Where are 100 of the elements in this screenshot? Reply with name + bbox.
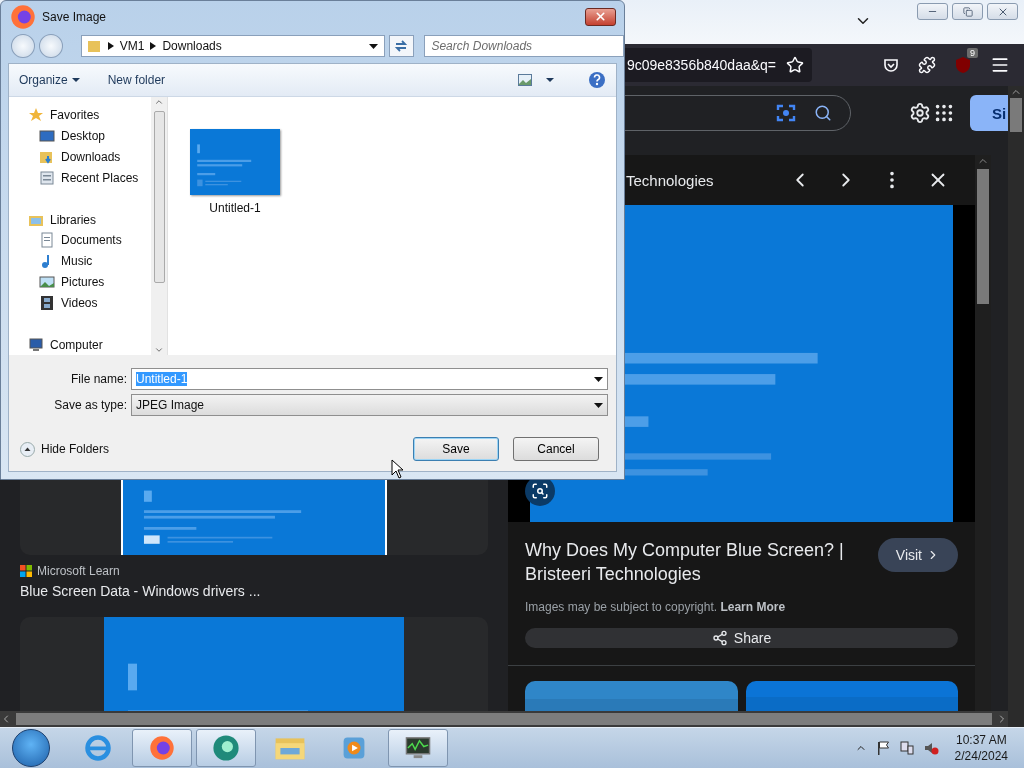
media-player-icon[interactable]	[341, 735, 367, 761]
visit-button[interactable]: Visit	[877, 538, 958, 572]
dialog-button[interactable]: Save	[413, 437, 499, 461]
close-icon	[594, 10, 607, 23]
mouse-cursor-icon	[391, 459, 404, 479]
search-field[interactable]: Search Downloads	[424, 35, 624, 57]
organize-menu-button[interactable]: Organize	[19, 73, 80, 87]
dropdown-arrow-icon	[594, 402, 603, 408]
back-button[interactable]	[11, 34, 35, 58]
scrollbar[interactable]	[975, 155, 991, 711]
refresh-button[interactable]	[388, 35, 415, 57]
learn-more-link[interactable]: Learn More	[720, 600, 786, 614]
share-button[interactable]: Share	[525, 628, 958, 649]
folder-icon	[85, 38, 102, 54]
nav-label: Desktop	[61, 129, 106, 144]
clock[interactable]: 10:37 AM 2/24/2024	[954, 732, 1008, 764]
nav-label: Recent Places	[61, 170, 139, 185]
firefox-icon[interactable]	[10, 3, 36, 30]
dialog-title: Save Image	[42, 9, 107, 24]
preview-title-link[interactable]: Why Does My Computer Blue Screen? | Bristeeri Technologies	[525, 538, 868, 586]
close-button[interactable]	[585, 7, 616, 26]
four-squares-logo-icon	[20, 565, 32, 577]
taskbar-app-button[interactable]	[132, 729, 192, 767]
camera-lens-icon[interactable]	[776, 103, 796, 123]
nav-item[interactable]: Pictures	[9, 271, 151, 293]
nav-item[interactable]: Recent Places	[9, 167, 151, 189]
refresh-arrows-icon	[394, 40, 409, 52]
start-button[interactable]	[12, 729, 50, 767]
lens-icon	[531, 482, 549, 500]
copyright-notice: Images may be subject to copyright. Learn More	[524, 599, 787, 614]
search-icon[interactable]	[814, 104, 832, 122]
nav-label: Libraries	[50, 212, 97, 227]
panel-title: Technologies	[626, 171, 714, 189]
film-icon	[39, 294, 55, 311]
result-title-link[interactable]: Blue Screen Data - Windows drivers ...	[20, 583, 488, 599]
scroll-thumb[interactable]	[977, 169, 989, 304]
nav-item[interactable]: Downloads	[9, 146, 151, 168]
star-icon[interactable]	[786, 56, 804, 74]
extension-badge: 9	[967, 48, 978, 58]
scroll-up-icon[interactable]	[154, 97, 164, 107]
downloads-folder-icon	[39, 149, 55, 165]
taskbar-app-button[interactable]	[388, 729, 448, 767]
nav-item[interactable]: Videos	[9, 292, 151, 314]
clock-time: 10:37 AM	[955, 732, 1007, 748]
firefox-icon[interactable]	[149, 735, 175, 761]
monitor-chart-icon[interactable]	[403, 735, 433, 761]
nav-item[interactable]: Music	[9, 250, 151, 272]
nav-label: Downloads	[61, 150, 121, 164]
nav-label: Favorites	[50, 108, 100, 123]
nav-item[interactable]: Favorites	[9, 105, 151, 126]
scroll-thumb[interactable]	[1010, 98, 1022, 132]
nav-item[interactable]: Computer	[9, 334, 151, 355]
recent-places-icon	[39, 169, 55, 186]
network-icon	[898, 740, 915, 756]
puzzle-icon[interactable]	[918, 56, 936, 74]
breadcrumb-item[interactable]: VM1	[119, 39, 145, 53]
settings-icon[interactable]	[909, 102, 931, 124]
address-bar[interactable]: VM1 Downloads	[80, 35, 385, 57]
restore-icon	[962, 6, 973, 17]
scroll-thumb[interactable]	[16, 713, 992, 725]
nav-label: Computer	[50, 337, 103, 352]
clock-date: 2/24/2024	[954, 748, 1008, 764]
browser-e-icon[interactable]	[83, 733, 113, 763]
horizontal-scrollbar[interactable]	[0, 711, 1008, 727]
scrollbar[interactable]	[1008, 86, 1024, 727]
dropdown-arrow-icon[interactable]	[368, 43, 378, 49]
close-button[interactable]	[987, 3, 1018, 20]
nav-item[interactable]: Documents	[9, 230, 151, 251]
breadcrumb-item[interactable]: Downloads	[162, 39, 222, 53]
dropdown-arrow-icon[interactable]	[546, 78, 554, 82]
sign-in-button[interactable]: Si	[970, 95, 1008, 131]
hide-folders-button[interactable]: Hide Folders	[20, 441, 110, 457]
file-name: Untitled-1	[209, 201, 261, 215]
document-icon	[39, 232, 55, 249]
scrollbar[interactable]	[151, 97, 167, 355]
nav-label: Music	[61, 254, 93, 269]
shield-icon[interactable]	[954, 56, 972, 74]
scroll-thumb[interactable]	[153, 111, 165, 283]
file-type-dropdown[interactable]: JPEG Image	[131, 394, 608, 416]
minimize-button[interactable]	[917, 3, 948, 20]
breadcrumb-arrow-icon	[150, 42, 157, 50]
file-item[interactable]: Untitled-1	[189, 129, 281, 355]
new-folder-button[interactable]: New folder	[107, 73, 166, 87]
nav-item[interactable]: Libraries	[9, 209, 151, 230]
scroll-down-icon[interactable]	[154, 345, 164, 355]
help-icon[interactable]	[588, 71, 606, 89]
dialog-button[interactable]: Cancel	[513, 437, 599, 461]
circle-app-icon[interactable]	[212, 734, 240, 762]
nav-item[interactable]: Desktop	[9, 125, 151, 147]
forward-button[interactable]	[38, 34, 63, 58]
menu-icon[interactable]	[990, 55, 1010, 75]
muted-speaker-icon	[922, 740, 939, 756]
nav-label: Pictures	[61, 274, 105, 289]
share-icon	[711, 630, 728, 647]
caret-icon	[71, 78, 80, 82]
apps-grid-icon[interactable]	[933, 102, 955, 124]
pocket-icon[interactable]	[882, 56, 900, 74]
view-options-icon[interactable]	[518, 74, 532, 86]
restore-button[interactable]	[952, 3, 983, 20]
desktop-icon	[39, 128, 55, 145]
